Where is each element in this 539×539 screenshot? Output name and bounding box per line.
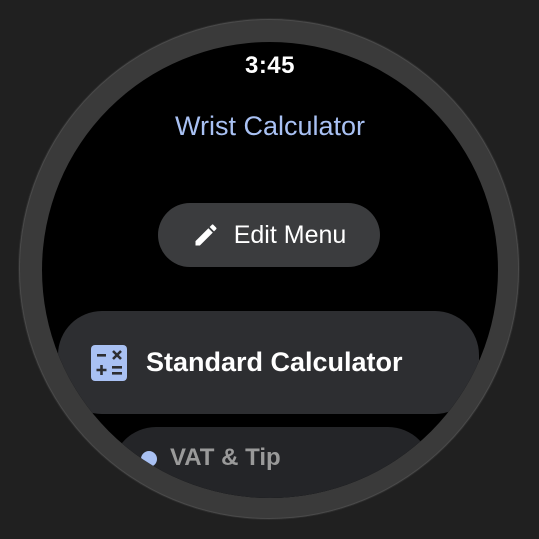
watch-screen: 3:45 Wrist Calculator Edit Menu Standard… [42,42,498,498]
edit-menu-label: Edit Menu [233,220,347,249]
edit-menu-button[interactable]: Edit Menu [158,203,380,267]
menu-item-vat-tip[interactable]: VAT & Tip [112,427,432,498]
menu-item-standard-calculator[interactable]: Standard Calculator [58,311,479,414]
app-title: Wrist Calculator [174,111,366,141]
vat-tip-icon [140,450,158,468]
status-time: 3:45 [244,52,296,79]
calculator-icon [91,344,127,381]
menu-item-label: VAT & Tip [170,444,281,471]
pencil-icon [192,221,220,249]
menu-item-label: Standard Calculator [146,347,403,377]
